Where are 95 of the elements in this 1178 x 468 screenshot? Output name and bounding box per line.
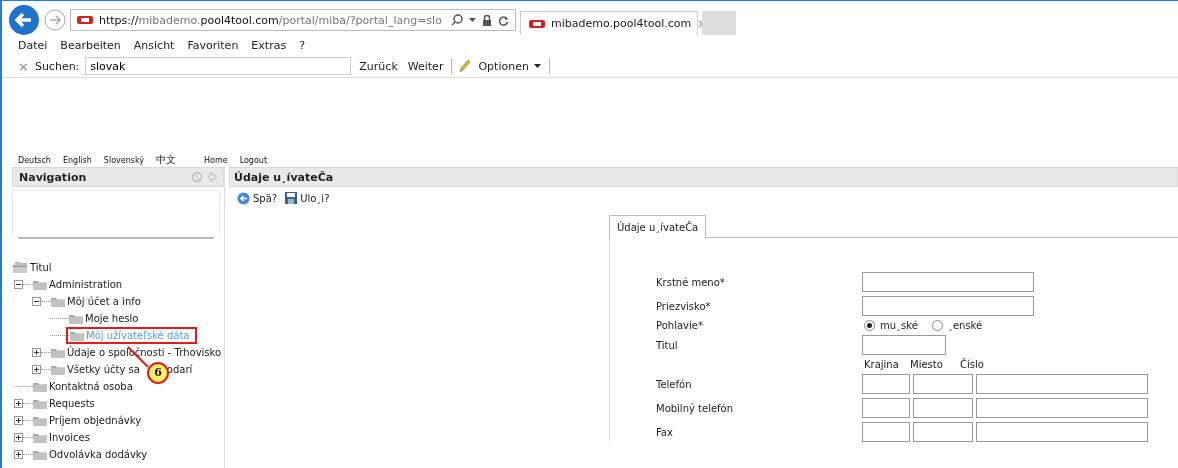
find-button[interactable]: Weiter [405, 59, 446, 73]
folder-icon [33, 398, 47, 409]
folder-icon [51, 364, 65, 375]
folder-icon [70, 330, 84, 341]
radio-option[interactable]: mu¸ské [862, 320, 918, 331]
menu-item[interactable]: Favoriten [187, 38, 239, 52]
panel-title: Navigation [19, 170, 87, 184]
column-label: Krajina [863, 359, 900, 370]
pencil-icon [458, 59, 471, 73]
url-text: pool4tool.com [200, 13, 279, 27]
expand-toggle[interactable] [14, 416, 23, 425]
menu-item[interactable]: ? [299, 38, 305, 52]
expand-toggle[interactable] [14, 399, 23, 408]
folder-stack-icon [12, 261, 28, 274]
field-label: Pohlavie* [656, 320, 704, 331]
collapse-toggle[interactable] [32, 297, 41, 306]
language-link[interactable]: Slovenský [103, 155, 144, 165]
folder-icon [51, 296, 65, 307]
input-field[interactable] [862, 296, 1034, 316]
field-label: Fax [656, 426, 674, 438]
expand-toggle[interactable] [14, 450, 23, 459]
input-field[interactable] [913, 398, 973, 418]
input-field[interactable] [862, 422, 910, 442]
search-label: Suchen: [34, 59, 80, 73]
tree-item[interactable]: Titul [28, 262, 54, 273]
find-button[interactable]: Zurück [357, 59, 400, 73]
save-button[interactable]: Ulo¸i? [285, 192, 330, 204]
tree-item[interactable]: Moje heslo [83, 313, 141, 324]
tree-item[interactable]: Príjem objednávky [47, 415, 144, 426]
column-label: Miesto [910, 359, 944, 370]
folder-icon [33, 432, 47, 443]
tree-item[interactable]: Invoices [47, 432, 92, 443]
back-button[interactable] [8, 4, 40, 36]
field-label: Krstné meno* [656, 276, 726, 288]
callout-badge: 6 [147, 362, 169, 384]
menu-item[interactable]: Ansicht [133, 38, 175, 52]
input-field[interactable] [862, 398, 910, 418]
menu-item[interactable]: Extras [251, 38, 287, 52]
input-field[interactable] [976, 422, 1148, 442]
tree-item[interactable]: Odvolávka dodávky [47, 449, 150, 460]
dropdown-caret-icon [533, 64, 541, 68]
folder-icon [33, 449, 47, 460]
back-button[interactable]: Spä? [237, 191, 278, 205]
field-label: Priezvisko* [656, 300, 712, 312]
lock-icon [482, 14, 492, 26]
tree-item[interactable]: Všetky účty sa [65, 364, 142, 375]
panel-title: Údaje u¸ívateČa [234, 170, 334, 184]
language-link[interactable]: 中文 [156, 153, 176, 167]
address-field[interactable]: https://mibademo.pool4tool.com/portal/miba/?portal_lang=slo [70, 9, 516, 31]
menu-item[interactable]: Bearbeiten [60, 38, 121, 52]
expand-toggle[interactable] [32, 348, 41, 357]
folder-icon [69, 313, 83, 324]
folder-icon [33, 279, 47, 290]
input-field[interactable] [913, 422, 973, 442]
site-logo-icon [77, 15, 93, 25]
close-button[interactable]: × [18, 58, 29, 74]
folder-icon [33, 381, 47, 392]
column-label: Číslo [959, 359, 984, 370]
input-field[interactable] [862, 335, 946, 355]
tab[interactable]: Údaje u¸ívateČa [609, 215, 707, 238]
url-text: /portal/miba/?portal_lang=slo [278, 13, 442, 27]
collapse-toggle[interactable] [14, 280, 23, 289]
tree-item[interactable]: Requests [47, 398, 97, 409]
url-text: mibademo. [138, 13, 201, 27]
expand-toggle[interactable] [32, 365, 41, 374]
nav-link[interactable]: Logout [239, 155, 267, 165]
arrow-left-icon[interactable] [207, 171, 217, 183]
language-link[interactable]: English [62, 155, 92, 165]
expand-toggle[interactable] [14, 433, 23, 442]
back-arrow-icon [237, 191, 250, 205]
folder-icon [51, 347, 65, 358]
input-field[interactable] [976, 398, 1148, 418]
dropdown-caret-icon[interactable] [469, 18, 476, 22]
tree-item[interactable]: Môj účet a info [65, 296, 143, 307]
tab-title: mibademo.pool4tool.com [551, 17, 692, 30]
options-button[interactable]: Optionen [476, 59, 543, 73]
language-link[interactable]: Deutsch [18, 155, 51, 165]
input-field[interactable] [862, 374, 910, 394]
radio-option[interactable]: ¸enské [929, 320, 983, 331]
tree-item[interactable]: Administration [47, 279, 125, 290]
field-label: Titul [656, 339, 679, 351]
forward-button[interactable] [44, 9, 66, 31]
menu-item[interactable]: Datei [18, 38, 48, 52]
input-field[interactable] [913, 374, 973, 394]
site-logo-icon [529, 18, 545, 29]
search-field[interactable]: slovak [85, 57, 352, 75]
search-icon[interactable] [451, 14, 463, 26]
input-field[interactable] [862, 272, 1034, 292]
input-field[interactable] [976, 374, 1148, 394]
field-label: Telefón [656, 378, 693, 390]
nav-link[interactable]: Home [204, 155, 228, 165]
tree-item[interactable]: Kontaktná osoba [47, 381, 135, 392]
field-label: Mobilný telefón [656, 402, 735, 414]
url-text: https:// [99, 13, 139, 27]
folder-icon [33, 415, 47, 426]
